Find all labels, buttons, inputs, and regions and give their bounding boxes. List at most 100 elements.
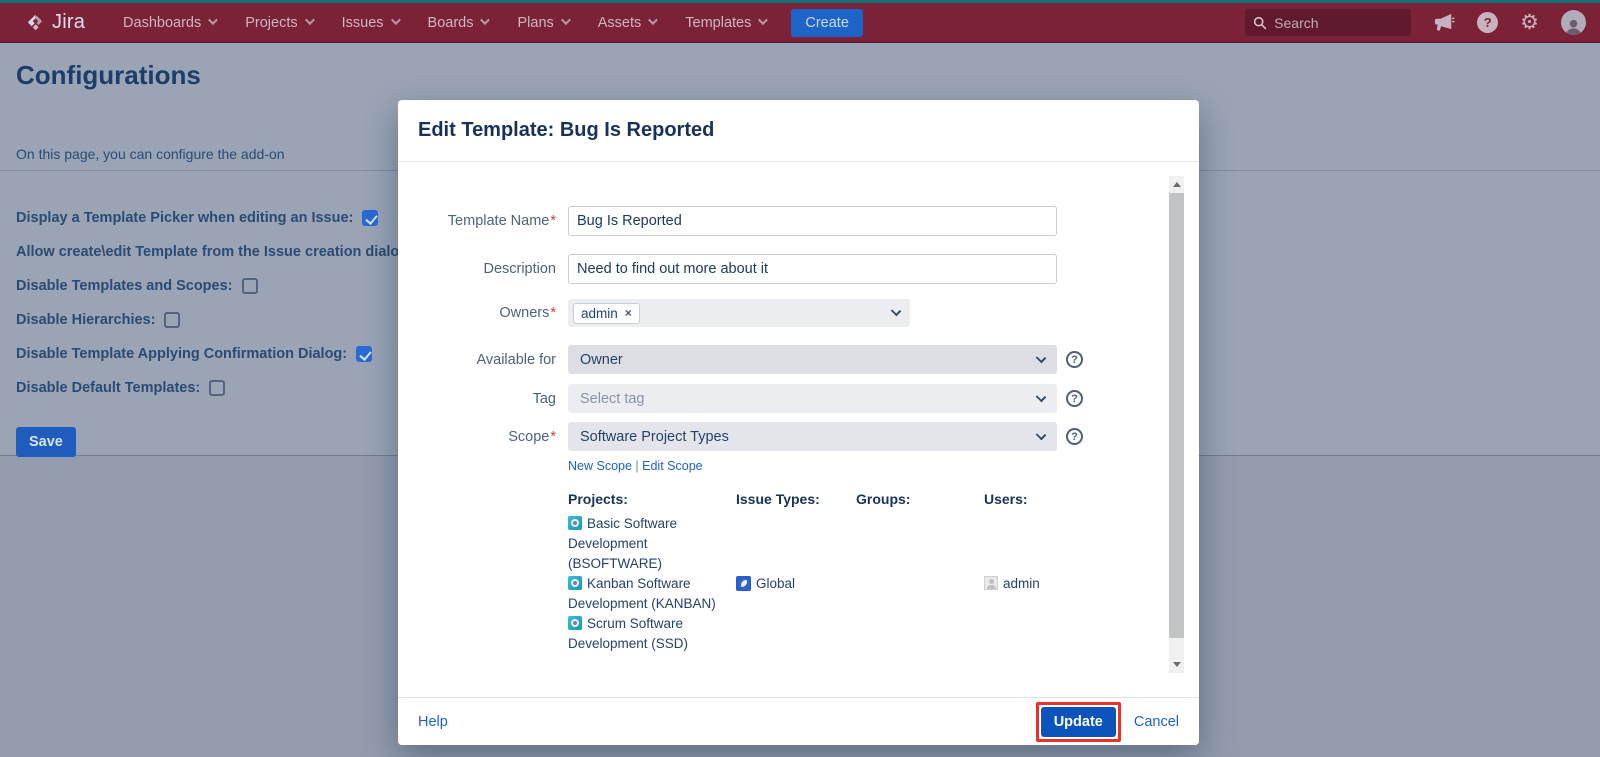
top-navbar: Jira Dashboards Projects Issues Boards P… [0,0,1600,43]
edit-scope-link[interactable]: Edit Scope [642,459,702,473]
scope-select[interactable]: Software Project Types [568,422,1057,451]
jira-logo[interactable]: Jira [24,11,85,34]
project-item: Scrum Software Development (SSD) [568,614,728,654]
project-item: Basic Software Development (BSOFTWARE) [568,514,728,574]
owners-label: Owners* [418,305,556,321]
available-for-help-icon[interactable]: ? [1066,351,1083,368]
remove-owner-icon[interactable]: × [625,307,632,319]
configurations-panel: Configurations On this page, you can con… [16,60,436,457]
required-asterisk: * [550,213,556,229]
owner-chip: admin × [573,303,640,324]
option-row: Display a Template Picker when editing a… [16,209,436,227]
option-row: Disable Templates and Scopes: [16,277,436,295]
jira-logo-text: Jira [52,11,85,34]
help-link[interactable]: Help [418,714,448,730]
jira-logo-icon [24,12,46,34]
dialog-body: Template Name* Description Owners* admin… [398,162,1199,697]
announcements-icon[interactable] [1433,13,1455,33]
issue-type-item: Global [736,574,848,594]
description-input[interactable] [568,254,1057,284]
option-row: Allow create\edit Template from the Issu… [16,243,436,261]
available-for-label: Available for [418,352,556,368]
nav-item-plans[interactable]: Plans [517,15,567,31]
triangle-down-icon [1173,662,1181,667]
issue-types-column: Issue Types: Global [736,491,856,654]
template-name-label: Template Name* [418,213,556,229]
groups-column: Groups: [856,491,984,654]
required-asterisk: * [550,429,556,445]
scope-links: New Scope | Edit Scope [568,459,1153,473]
page-description: On this page, you can configure the add-… [16,146,436,162]
search-input[interactable] [1274,15,1394,31]
dialog-header: Edit Template: Bug Is Reported [398,100,1199,162]
screen: Jira Dashboards Projects Issues Boards P… [0,0,1600,757]
checkbox-disable-hierarchies[interactable] [164,312,180,328]
chevron-down-icon [208,15,218,25]
chevron-down-icon [891,306,901,316]
owners-multiselect[interactable]: admin × [568,299,910,327]
scrollbar-thumb[interactable] [1169,193,1184,638]
new-scope-link[interactable]: New Scope [568,459,632,473]
dialog-footer: Help Update Cancel [398,697,1199,745]
scope-label: Scope* [418,429,556,445]
cancel-link[interactable]: Cancel [1134,714,1179,730]
chevron-down-icon [390,15,400,25]
checkbox-disable-templates-scopes[interactable] [242,278,258,294]
chevron-down-icon [758,15,768,25]
navbar-right: ? ⚙ [1245,9,1586,36]
user-item: admin [984,574,1126,594]
update-button[interactable]: Update [1041,707,1116,737]
search-box [1245,9,1411,36]
chevron-down-icon [1036,429,1046,439]
chevron-down-icon [648,15,658,25]
project-item: Kanban Software Development (KANBAN) [568,574,728,614]
available-for-row: Available for Owner ? [418,345,1153,374]
dialog-scrollbar[interactable] [1169,176,1184,673]
checkbox-template-picker[interactable] [362,210,378,226]
nav-menu: Dashboards Projects Issues Boards Plans … [123,15,765,31]
edit-template-dialog: Edit Template: Bug Is Reported Template … [398,100,1199,745]
nav-item-assets[interactable]: Assets [598,15,656,31]
nav-item-projects[interactable]: Projects [245,15,311,31]
nav-item-boards[interactable]: Boards [428,15,488,31]
nav-item-templates[interactable]: Templates [685,15,765,31]
checkbox-disable-confirmation-dialog[interactable] [356,346,372,362]
option-row: Disable Default Templates: [16,379,436,397]
save-button[interactable]: Save [16,427,76,457]
description-row: Description [418,254,1153,284]
option-row: Disable Hierarchies: [16,311,436,329]
option-row: Disable Template Applying Confirmation D… [16,345,436,363]
tag-row: Tag Select tag ? [418,384,1153,413]
chevron-down-icon [305,15,315,25]
globe-icon [736,576,751,591]
triangle-up-icon [1173,182,1181,187]
tag-help-icon[interactable]: ? [1066,390,1083,407]
chevron-down-icon [480,15,490,25]
required-asterisk: * [550,305,556,321]
settings-gear-icon[interactable]: ⚙ [1520,12,1539,33]
issue-types-header: Issue Types: [736,491,848,507]
scope-help-icon[interactable]: ? [1066,428,1083,445]
available-for-select[interactable]: Owner [568,345,1057,374]
user-avatar[interactable] [1561,10,1586,35]
users-header: Users: [984,491,1126,507]
tag-select[interactable]: Select tag [568,384,1057,413]
help-icon[interactable]: ? [1477,12,1498,33]
template-name-input[interactable] [568,206,1057,236]
scrollbar-down-button[interactable] [1169,656,1184,673]
nav-item-dashboards[interactable]: Dashboards [123,15,215,31]
chevron-down-icon [1036,391,1046,401]
tag-label: Tag [418,391,556,407]
scrollbar-up-button[interactable] [1169,176,1184,193]
scope-details: Projects: Basic Software Development (BS… [568,491,1153,654]
nav-item-issues[interactable]: Issues [342,15,398,31]
description-label: Description [418,261,556,277]
annotation-highlight-box: Update [1036,702,1121,742]
template-name-row: Template Name* [418,206,1153,236]
scope-row: Scope* Software Project Types ? [418,422,1153,451]
checkbox-disable-default-templates[interactable] [209,380,225,396]
dialog-title: Edit Template: Bug Is Reported [418,119,714,142]
create-button[interactable]: Create [791,9,863,37]
projects-header: Projects: [568,491,728,507]
config-options: Display a Template Picker when editing a… [16,209,436,397]
